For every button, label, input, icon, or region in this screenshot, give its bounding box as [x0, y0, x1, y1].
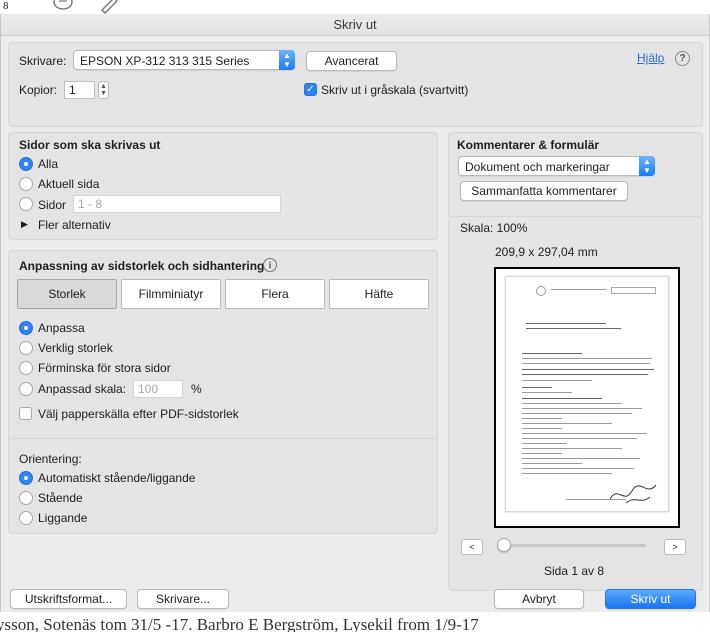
- summarize-comments-button[interactable]: Sammanfatta kommentarer: [460, 181, 628, 201]
- print-button[interactable]: Skriv ut: [605, 589, 696, 609]
- custom-scale-field[interactable]: 100: [133, 380, 183, 398]
- sizing-heading: Anpassning av sidstorlek och sidhanterin…: [19, 259, 265, 273]
- more-options-label[interactable]: Fler alternativ: [38, 218, 111, 232]
- next-page-button[interactable]: >: [664, 539, 686, 555]
- printer-value: EPSON XP-312 313 315 Series: [80, 54, 250, 68]
- pages-all-label: Alla: [38, 157, 59, 171]
- paper-source-checkbox[interactable]: [19, 407, 32, 420]
- fit-label: Anpassa: [38, 321, 85, 335]
- updown-arrows-icon: ▲ ▼: [279, 50, 295, 70]
- background-document-bottom: ysson, Sotenäs tom 31/5 -17. Barbro E Be…: [0, 612, 710, 632]
- pages-current-radio[interactable]: [19, 177, 33, 191]
- orientation-landscape-label: Liggande: [38, 511, 88, 525]
- dialog-title: Skriv ut: [1, 14, 709, 36]
- pages-range-field[interactable]: 1 - 8: [73, 195, 281, 213]
- custom-scale-radio[interactable]: [19, 382, 33, 396]
- actual-size-label: Verklig storlek: [38, 341, 113, 355]
- page-preview: [494, 267, 680, 528]
- actual-size-radio[interactable]: [19, 341, 33, 355]
- orientation-auto-label: Automatiskt stående/liggande: [38, 471, 196, 485]
- page-indicator: Sida 1 av 8: [544, 564, 605, 578]
- page-slider-knob[interactable]: [497, 538, 511, 552]
- printer-button[interactable]: Skrivare...: [137, 589, 229, 609]
- pages-heading: Sidor som ska skrivas ut: [19, 138, 161, 152]
- orientation-heading: Orientering:: [19, 452, 82, 466]
- page-setup-button[interactable]: Utskriftsformat...: [10, 589, 127, 609]
- background-page-number: 8: [3, 0, 9, 12]
- shrink-radio[interactable]: [19, 361, 33, 375]
- copies-field[interactable]: 1: [64, 81, 95, 99]
- printer-label: Skrivare:: [19, 54, 67, 68]
- cancel-button[interactable]: Avbryt: [494, 589, 584, 609]
- pages-range-label: Sidor: [38, 198, 67, 212]
- fit-radio[interactable]: [19, 321, 33, 335]
- print-dialog: Skriv ut Skrivare: EPSON XP-312 313 315 …: [0, 14, 710, 612]
- shrink-label: Förminska för stora sidor: [38, 361, 171, 375]
- comments-value: Dokument och markeringar: [465, 160, 610, 174]
- copies-stepper[interactable]: ▲ ▼: [98, 81, 109, 99]
- tab-size[interactable]: Storlek: [17, 279, 117, 309]
- disclosure-triangle-icon[interactable]: ▶: [21, 219, 28, 230]
- paper-source-label: Välj papperskälla efter PDF-sidstorlek: [38, 407, 239, 421]
- background-document-top: 8: [0, 0, 710, 14]
- grayscale-checkbox[interactable]: ✓: [304, 83, 317, 96]
- orientation-portrait-radio[interactable]: [19, 491, 33, 505]
- preview-page-thumbnail: [505, 276, 669, 512]
- comment-icon[interactable]: [52, 0, 74, 14]
- tab-multiple[interactable]: Flera: [225, 279, 325, 309]
- updown-arrows-icon: ▲ ▼: [639, 156, 655, 176]
- page-slider-track[interactable]: [504, 544, 646, 547]
- pages-range-radio[interactable]: [19, 197, 33, 211]
- help-icon[interactable]: ?: [675, 51, 690, 66]
- grayscale-label: Skriv ut i gråskala (svartvitt): [321, 83, 469, 97]
- comments-select[interactable]: Dokument och markeringar ▲ ▼: [458, 156, 655, 176]
- background-text: ysson, Sotenäs tom 31/5 -17. Barbro E Be…: [0, 615, 479, 632]
- orientation-auto-radio[interactable]: [19, 471, 33, 485]
- prev-page-button[interactable]: <: [461, 539, 483, 555]
- advanced-button[interactable]: Avancerat: [306, 51, 397, 71]
- help-link[interactable]: Hjälp: [637, 51, 664, 65]
- pages-all-radio[interactable]: [19, 157, 33, 171]
- comments-heading: Kommentarer & formulär: [457, 138, 600, 152]
- scale-label: Skala: 100%: [460, 221, 528, 235]
- printer-select[interactable]: EPSON XP-312 313 315 Series ▲ ▼: [73, 50, 295, 70]
- tab-booklet[interactable]: Häfte: [329, 279, 429, 309]
- percent-label: %: [191, 382, 202, 396]
- copies-label: Kopior:: [19, 83, 58, 97]
- pages-current-label: Aktuell sida: [38, 177, 100, 191]
- dimensions-label: 209,9 x 297,04 mm: [495, 245, 598, 259]
- orientation-landscape-radio[interactable]: [19, 511, 33, 525]
- tab-thumbnails[interactable]: Filmminiatyr: [121, 279, 221, 309]
- info-icon[interactable]: i: [263, 258, 277, 272]
- custom-scale-label: Anpassad skala:: [38, 382, 127, 396]
- orientation-portrait-label: Stående: [38, 491, 83, 505]
- pen-icon[interactable]: [98, 0, 120, 14]
